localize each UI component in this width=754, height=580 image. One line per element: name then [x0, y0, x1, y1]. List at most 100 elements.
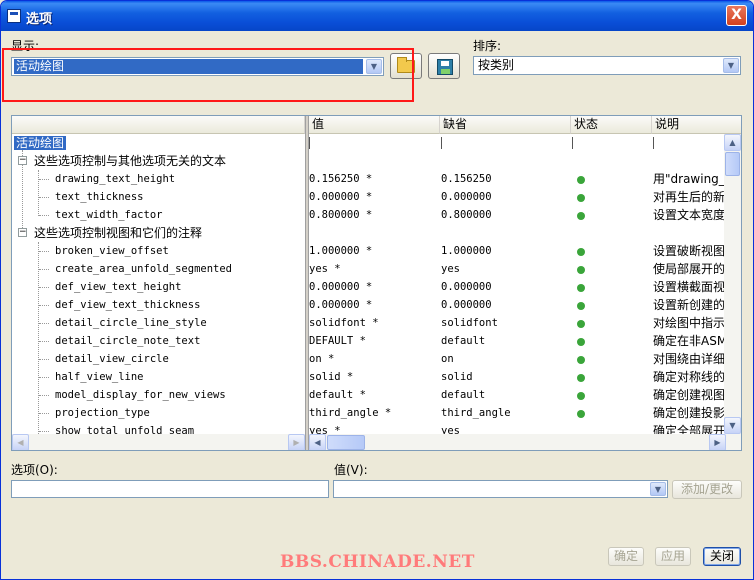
sort-select[interactable]: 按类别 ▼ [473, 56, 741, 75]
column-header-default[interactable]: 缺省 [440, 116, 571, 134]
tree-branch-line [39, 395, 49, 396]
ok-button[interactable]: 确定 [608, 547, 644, 566]
scroll-up-icon[interactable]: ▲ [724, 134, 741, 151]
column-header-value[interactable]: 值 [309, 116, 440, 134]
scroll-right-icon[interactable]: ▶ [288, 434, 305, 450]
section-row[interactable]: 这些选项控制与其他选项无关的文本 [34, 152, 226, 170]
option-value[interactable]: 0.000000 * [309, 296, 372, 314]
column-header-description[interactable]: 说明 [652, 116, 741, 134]
vertical-scroll-thumb[interactable] [725, 152, 740, 176]
options-list[interactable]: 值 缺省 状态 说明 活动绘图 − 这些选项控制与其他选项无关的文本 drawi… [11, 115, 742, 451]
left-horizontal-scrollbar[interactable]: ◀ ▶ [12, 434, 305, 450]
scroll-down-icon[interactable]: ▼ [724, 417, 741, 434]
horizontal-scroll-thumb[interactable] [327, 435, 365, 450]
option-description: 确定创建视图 [653, 388, 726, 402]
option-description: 使局部展开的 [653, 262, 726, 276]
option-value[interactable]: DEFAULT * [309, 332, 366, 350]
option-description: 对绘图中指示 [653, 316, 726, 330]
option-name[interactable]: detail_circle_line_style [55, 314, 207, 332]
option-value[interactable]: third_angle * [309, 404, 391, 422]
value-select[interactable]: ▼ [333, 480, 668, 498]
option-default: third_angle [441, 407, 511, 419]
option-value[interactable]: 1.000000 * [309, 242, 372, 260]
scroll-left-icon[interactable]: ◀ [309, 434, 326, 450]
option-description: 设置破断视图 [653, 244, 726, 258]
value-field-label: 值(V): [334, 463, 368, 477]
option-description: 设置横截面视 [653, 280, 726, 294]
vertical-scrollbar[interactable]: ▲ ▼ [724, 134, 741, 434]
option-value[interactable]: solidfont * [309, 314, 379, 332]
status-ok-icon [577, 284, 585, 292]
tree-branch-line [39, 269, 49, 270]
column-header-name[interactable] [12, 116, 305, 134]
option-input[interactable] [11, 480, 329, 498]
scroll-left-icon[interactable]: ◀ [12, 434, 29, 450]
tree-root-row[interactable]: 活动绘图 [14, 134, 67, 152]
option-value[interactable]: 0.000000 * [309, 278, 372, 296]
option-value[interactable]: yes * [309, 422, 341, 434]
save-config-button[interactable] [428, 53, 460, 79]
option-name[interactable]: drawing_text_height [55, 170, 175, 188]
option-value[interactable]: 0.000000 * [309, 188, 372, 206]
close-button[interactable]: 关闭 [703, 547, 741, 566]
option-default: 0.000000 [441, 191, 492, 203]
sort-label: 排序: [473, 39, 502, 53]
status-ok-icon [577, 410, 585, 418]
option-default: solid [441, 371, 473, 383]
option-value[interactable]: default * [309, 386, 366, 404]
option-default: default [441, 335, 486, 347]
options-dialog: 选项 X 显示: 活动绘图 ▼ 排序: 按类别 ▼ 值 缺省 状态 说明 活动绘… [0, 0, 754, 580]
option-value[interactable]: 0.156250 * [309, 170, 372, 188]
option-default: default [441, 389, 486, 401]
option-value[interactable]: on * [309, 350, 334, 368]
add-change-button[interactable]: 添加/更改 [672, 480, 742, 499]
watermark-text: BBS.CHINADE.NET [280, 552, 475, 572]
option-default: 0.800000 [441, 209, 492, 221]
tree-branch-line [39, 197, 49, 198]
apply-button[interactable]: 应用 [655, 547, 691, 566]
option-name[interactable]: create_area_unfold_segmented [55, 260, 232, 278]
option-description: 确定对称线的 [653, 370, 726, 384]
option-field-label: 选项(O): [11, 463, 58, 477]
chevron-down-icon[interactable]: ▼ [723, 58, 739, 73]
option-default: yes [441, 263, 460, 275]
option-name[interactable]: model_display_for_new_views [55, 386, 226, 404]
option-name[interactable]: def_view_text_height [55, 278, 181, 296]
column-header-status[interactable]: 状态 [571, 116, 652, 134]
option-default: 0.000000 [441, 299, 492, 311]
option-name[interactable]: show_total_unfold_seam [55, 422, 194, 434]
option-description: 确定全部展开 [653, 424, 726, 434]
tree-branch-line [39, 359, 49, 360]
right-horizontal-scrollbar[interactable]: ◀ ▶ [309, 434, 741, 450]
value-select-value [336, 482, 340, 497]
status-ok-icon [577, 374, 585, 382]
section-row[interactable]: 这些选项控制视图和它们的注释 [34, 224, 202, 242]
option-value[interactable]: 0.800000 * [309, 206, 372, 224]
scroll-right-icon[interactable]: ▶ [709, 434, 726, 450]
status-ok-icon [577, 338, 585, 346]
status-ok-icon [577, 302, 585, 310]
option-name[interactable]: text_width_factor [55, 206, 162, 224]
option-name[interactable]: broken_view_offset [55, 242, 169, 260]
option-name[interactable]: half_view_line [55, 368, 144, 386]
option-value[interactable]: yes * [309, 260, 341, 278]
collapse-icon[interactable]: − [18, 156, 27, 165]
option-name[interactable]: text_thickness [55, 188, 144, 206]
chevron-down-icon[interactable]: ▼ [650, 482, 666, 496]
status-ok-icon [577, 248, 585, 256]
status-ok-icon [577, 392, 585, 400]
option-name[interactable]: detail_view_circle [55, 350, 169, 368]
option-default: 1.000000 [441, 245, 492, 257]
tree-branch-line [39, 377, 49, 378]
option-value[interactable]: solid * [309, 368, 353, 386]
option-name[interactable]: detail_circle_note_text [55, 332, 200, 350]
option-name[interactable]: def_view_text_thickness [55, 296, 200, 314]
collapse-icon[interactable]: − [18, 228, 27, 237]
close-window-button[interactable]: X [726, 5, 747, 26]
tree-branch-line [39, 251, 49, 252]
column-splitter[interactable] [305, 116, 309, 450]
tree-branch-line [39, 287, 49, 288]
title-bar[interactable]: 选项 X [1, 1, 753, 31]
option-name[interactable]: projection_type [55, 404, 150, 422]
option-description: 用"drawing_u [653, 172, 733, 186]
